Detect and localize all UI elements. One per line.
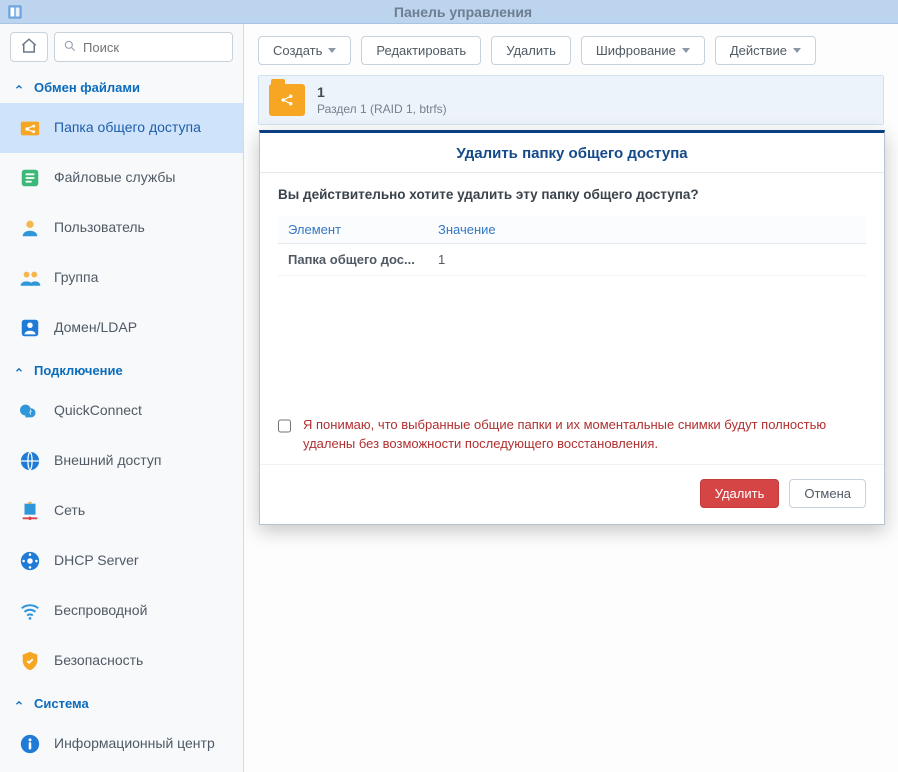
section-label: Система bbox=[34, 696, 89, 711]
table-row: Папка общего дос... 1 bbox=[278, 244, 866, 276]
sidebar-item-label: Беспроводной bbox=[54, 602, 229, 620]
chevron-up-icon bbox=[14, 80, 24, 95]
sidebar-item-label: Безопасность bbox=[54, 652, 229, 670]
button-label: Отмена bbox=[804, 486, 851, 501]
app-icon bbox=[6, 3, 24, 21]
sidebar-item-label: DHCP Server bbox=[54, 552, 229, 570]
search-icon bbox=[63, 39, 77, 56]
section-header-system[interactable]: Система bbox=[0, 686, 243, 719]
sidebar-item-domain-ldap[interactable]: Домен/LDAP bbox=[0, 303, 243, 353]
folder-desc: Раздел 1 (RAID 1, btrfs) bbox=[317, 102, 447, 116]
toolbar: Создать Редактировать Удалить Шифрование… bbox=[258, 36, 884, 65]
chevron-up-icon bbox=[14, 696, 24, 711]
button-label: Удалить bbox=[715, 486, 765, 501]
sidebar-item-dhcp[interactable]: DHCP Server bbox=[0, 536, 243, 586]
chevron-down-icon bbox=[328, 48, 336, 53]
delete-button[interactable]: Удалить bbox=[491, 36, 571, 65]
acknowledge-checkbox[interactable] bbox=[278, 418, 291, 434]
shared-folder-icon bbox=[269, 84, 305, 116]
sidebar-item-info-center[interactable]: Информационный центр bbox=[0, 719, 243, 769]
button-label: Удалить bbox=[506, 43, 556, 58]
main-panel: Создать Редактировать Удалить Шифрование… bbox=[244, 24, 898, 772]
button-label: Редактировать bbox=[376, 43, 466, 58]
button-label: Действие bbox=[730, 43, 787, 58]
cancel-button[interactable]: Отмена bbox=[789, 479, 866, 508]
sidebar-item-file-services[interactable]: Файловые службы bbox=[0, 153, 243, 203]
chevron-down-icon bbox=[793, 48, 801, 53]
group-icon bbox=[18, 266, 42, 290]
sidebar-item-label: Папка общего доступа bbox=[54, 119, 229, 137]
sidebar-item-label: Внешний доступ bbox=[54, 452, 229, 470]
dialog-table: Элемент Значение Папка общего дос... 1 bbox=[278, 216, 866, 276]
sidebar-item-shared-folder[interactable]: Папка общего доступа bbox=[0, 103, 243, 153]
col-element: Элемент bbox=[278, 216, 428, 244]
sidebar-item-label: Группа bbox=[54, 269, 229, 287]
home-button[interactable] bbox=[10, 32, 48, 62]
sidebar-item-label: Файловые службы bbox=[54, 169, 229, 187]
section-header-file-sharing[interactable]: Обмен файлами bbox=[0, 70, 243, 103]
external-access-icon bbox=[18, 449, 42, 473]
shield-icon bbox=[18, 649, 42, 673]
quickconnect-icon bbox=[18, 399, 42, 423]
folder-row[interactable]: 1 Раздел 1 (RAID 1, btrfs) bbox=[258, 75, 884, 125]
sidebar-item-quickconnect[interactable]: QuickConnect bbox=[0, 386, 243, 436]
sidebar: Обмен файлами Папка общего доступа Файло… bbox=[0, 24, 244, 772]
dialog-question: Вы действительно хотите удалить эту папк… bbox=[278, 187, 866, 202]
cell-value: 1 bbox=[428, 244, 836, 276]
home-icon bbox=[20, 37, 38, 58]
wifi-icon bbox=[18, 599, 42, 623]
encryption-button[interactable]: Шифрование bbox=[581, 36, 705, 65]
window-title: Панель управления bbox=[34, 4, 892, 20]
sidebar-item-group[interactable]: Группа bbox=[0, 253, 243, 303]
button-label: Шифрование bbox=[596, 43, 676, 58]
sidebar-item-label: Сеть bbox=[54, 502, 229, 520]
sidebar-item-label: Пользователь bbox=[54, 219, 229, 237]
edit-button[interactable]: Редактировать bbox=[361, 36, 481, 65]
sidebar-item-external-access[interactable]: Внешний доступ bbox=[0, 436, 243, 486]
sidebar-item-wireless[interactable]: Беспроводной bbox=[0, 586, 243, 636]
dhcp-icon bbox=[18, 549, 42, 573]
create-button[interactable]: Создать bbox=[258, 36, 351, 65]
chevron-up-icon bbox=[14, 363, 24, 378]
folder-name: 1 bbox=[317, 84, 447, 100]
file-services-icon bbox=[18, 166, 42, 190]
col-value: Значение bbox=[428, 216, 836, 244]
acknowledge-text: Я понимаю, что выбранные общие папки и и… bbox=[303, 416, 866, 454]
delete-shared-folder-dialog: Удалить папку общего доступа Вы действит… bbox=[259, 130, 885, 525]
dialog-title: Удалить папку общего доступа bbox=[260, 133, 884, 173]
network-icon bbox=[18, 499, 42, 523]
action-button[interactable]: Действие bbox=[715, 36, 816, 65]
confirm-delete-button[interactable]: Удалить bbox=[700, 479, 780, 508]
sidebar-item-security[interactable]: Безопасность bbox=[0, 636, 243, 686]
search-input[interactable] bbox=[83, 40, 224, 55]
user-icon bbox=[18, 216, 42, 240]
sidebar-item-user[interactable]: Пользователь bbox=[0, 203, 243, 253]
cell-element: Папка общего дос... bbox=[278, 244, 428, 276]
sidebar-item-label: QuickConnect bbox=[54, 402, 229, 420]
search-field[interactable] bbox=[54, 32, 233, 62]
folder-meta: 1 Раздел 1 (RAID 1, btrfs) bbox=[317, 84, 447, 116]
sidebar-item-network[interactable]: Сеть bbox=[0, 486, 243, 536]
info-icon bbox=[18, 732, 42, 756]
section-label: Подключение bbox=[34, 363, 123, 378]
section-label: Обмен файлами bbox=[34, 80, 140, 95]
sidebar-item-label: Информационный центр bbox=[54, 735, 229, 753]
chevron-down-icon bbox=[682, 48, 690, 53]
domain-icon bbox=[18, 316, 42, 340]
share-folder-icon bbox=[18, 116, 42, 140]
button-label: Создать bbox=[273, 43, 322, 58]
section-header-connection[interactable]: Подключение bbox=[0, 353, 243, 386]
titlebar: Панель управления bbox=[0, 0, 898, 24]
sidebar-item-label: Домен/LDAP bbox=[54, 319, 229, 337]
